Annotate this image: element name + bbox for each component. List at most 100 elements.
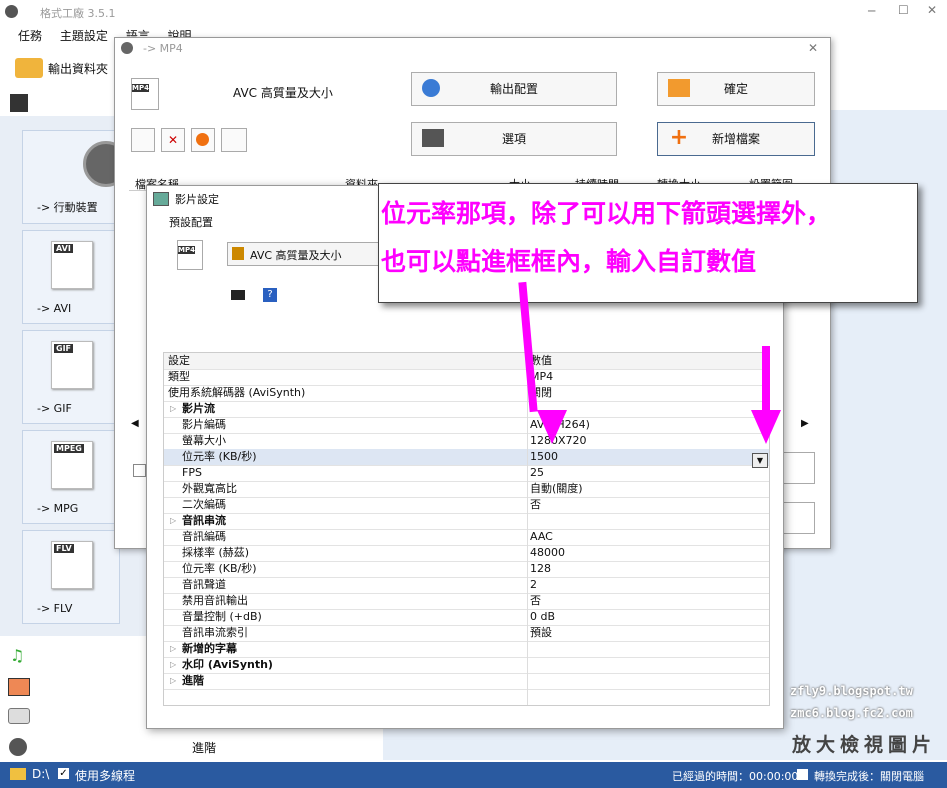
property-category[interactable]: 進階 ▷ (164, 673, 769, 690)
property-row[interactable]: 外觀寬高比 自動(關度) (164, 481, 769, 498)
dialog-field-a[interactable] (783, 452, 815, 484)
advanced-section[interactable]: 進階 (192, 739, 216, 756)
help-button[interactable]: ? (263, 288, 277, 302)
scroll-right-button[interactable]: ▶ (801, 418, 809, 429)
property-name: 使用系統解碼器 (AviSynth) (168, 386, 306, 399)
property-row[interactable]: 位元率 (KB/秒) 1500 (164, 449, 769, 466)
output-config-label: 輸出配置 (489, 82, 538, 96)
property-row[interactable]: 螢幕大小 1280X720 (164, 433, 769, 450)
annotation-callout: 位元率那項，除了可以用下箭頭選擇外， 也可以點進框框內，輸入自訂數值 (378, 183, 918, 303)
preset-select[interactable]: AVC 高質量及大小 (227, 242, 389, 266)
side-button-label: -> 行動裝置 (37, 201, 98, 214)
scroll-left-button[interactable]: ◀ (131, 418, 139, 429)
property-row[interactable]: 音訊串流索引 預設 (164, 625, 769, 642)
drive-icon (10, 768, 26, 780)
property-row[interactable]: 採樣率 (赫茲) 48000 (164, 545, 769, 562)
property-name: 螢幕大小 (182, 434, 226, 447)
command-line-button[interactable] (231, 290, 245, 300)
folder-icon[interactable] (15, 58, 43, 78)
toolbar-remove-button[interactable] (131, 128, 155, 152)
menu-theme[interactable]: 主題設定 (60, 29, 108, 43)
side-button-avi[interactable]: AVI -> AVI (22, 230, 120, 324)
property-category[interactable]: 影片流 ▷ (164, 401, 769, 418)
preset-select-value: AVC 高質量及大小 (250, 249, 342, 262)
toolbar-clear-button[interactable]: ✕ (161, 128, 185, 152)
side-button-mpg[interactable]: MPEG -> MPG (22, 430, 120, 524)
property-name: 採樣率 (赫茲) (182, 546, 250, 559)
avi-file-icon: AVI (51, 241, 93, 289)
app-logo-icon (5, 5, 18, 18)
bitrate-dropdown-button[interactable]: ▼ (752, 453, 768, 468)
options-button[interactable]: 選項 (411, 122, 617, 156)
annotation-arrow-2 (762, 346, 770, 412)
property-row[interactable]: 位元率 (KB/秒) 128 (164, 561, 769, 578)
expand-icon[interactable]: ▷ (170, 401, 176, 417)
property-row[interactable]: FPS 25 (164, 465, 769, 482)
minimize-button[interactable]: ─ (868, 4, 875, 18)
preset-label: 預設配置 (169, 216, 213, 229)
multithread-checkbox[interactable]: ✓ (58, 768, 69, 779)
plus-icon: + (669, 125, 689, 150)
output-config-button[interactable]: 輸出配置 (411, 72, 617, 106)
property-category[interactable]: 音訊串流 ▷ (164, 513, 769, 530)
property-row[interactable]: 二次編碼 否 (164, 497, 769, 514)
side-button-label: -> MPG (37, 502, 79, 515)
side-button-flv[interactable]: FLV -> FLV (22, 530, 120, 624)
property-name: FPS (182, 466, 202, 479)
expand-icon[interactable]: ▷ (170, 641, 176, 657)
property-row[interactable]: 禁用音訊輸出 否 (164, 593, 769, 610)
add-file-button[interactable]: + 新增檔案 (657, 122, 815, 156)
image-category-icon[interactable] (8, 678, 30, 696)
property-value: 預設 (530, 626, 552, 639)
property-value[interactable]: 1500 (530, 449, 558, 465)
maximize-button[interactable]: ☐ (898, 3, 909, 17)
film-icon (232, 247, 244, 260)
expand-icon[interactable]: ▷ (170, 513, 176, 529)
side-button-mobile[interactable]: -> 行動裝置 (22, 130, 129, 224)
annotation-line-2: 也可以點進框框內，輸入自訂數值 (381, 247, 757, 276)
ok-button[interactable]: 確定 (657, 72, 815, 106)
property-name: 音訊編碼 (182, 530, 226, 543)
watermark-line-2: zmc6.blog.fc2.com (790, 706, 913, 720)
property-value: 否 (530, 594, 541, 607)
property-category[interactable]: 水印 (AviSynth) ▷ (164, 657, 769, 674)
watermark-line-3[interactable]: 放大檢視圖片 (792, 730, 936, 757)
property-name: 位元率 (KB/秒) (182, 562, 257, 575)
property-name: 音量控制 (+dB) (182, 610, 262, 623)
property-row[interactable]: 使用系統解碼器 (AviSynth) 關閉 (164, 385, 769, 402)
property-value: 2 (530, 578, 537, 591)
film-scissors-icon (422, 129, 444, 147)
preset-format-icon: MP4 (177, 240, 203, 270)
property-row[interactable]: 音訊編碼 AAC (164, 529, 769, 546)
gif-file-icon: GIF (51, 341, 93, 389)
property-row[interactable]: 音訊聲道 2 (164, 577, 769, 594)
property-row[interactable]: 影片編碼 AVC(H264) (164, 417, 769, 434)
expand-icon[interactable]: ▷ (170, 673, 176, 689)
dialog-field-b[interactable] (783, 502, 815, 534)
shutdown-checkbox[interactable] (797, 769, 808, 780)
dialog-checkbox[interactable] (133, 464, 146, 477)
audio-category-icon[interactable]: ♫ (10, 646, 26, 665)
status-bar: D:\ ✓ 使用多線程 已經過的時間：00:00:00 轉換完成後：關閉電腦 (0, 762, 947, 788)
expand-icon[interactable]: ▷ (170, 657, 176, 673)
property-value: 否 (530, 498, 541, 511)
shutdown-label: 轉換完成後：關閉電腦 (814, 770, 924, 783)
annotation-arrowhead-1 (537, 410, 567, 444)
video-category-icon[interactable] (10, 94, 28, 112)
close-button[interactable]: ✕ (927, 3, 937, 17)
dialog-close-button[interactable]: ✕ (808, 41, 818, 55)
tools-category-icon[interactable] (9, 738, 27, 756)
settings-dialog-title: 影片設定 (175, 193, 219, 206)
property-row[interactable]: 類型 MP4 (164, 369, 769, 386)
property-value: 自動(關度) (530, 482, 583, 495)
side-button-gif[interactable]: GIF -> GIF (22, 330, 120, 424)
toolbar-play-button[interactable] (191, 128, 215, 152)
output-folder-label[interactable]: 輸出資料夾 (48, 60, 108, 77)
menu-task[interactable]: 任務 (18, 29, 42, 43)
disc-category-icon[interactable] (8, 708, 30, 724)
property-name: 新增的字幕 (182, 642, 237, 655)
property-name: 影片流 (182, 402, 215, 415)
property-category[interactable]: 新增的字幕 ▷ (164, 641, 769, 658)
toolbar-info-button[interactable] (221, 128, 247, 152)
property-row[interactable]: 音量控制 (+dB) 0 dB (164, 609, 769, 626)
